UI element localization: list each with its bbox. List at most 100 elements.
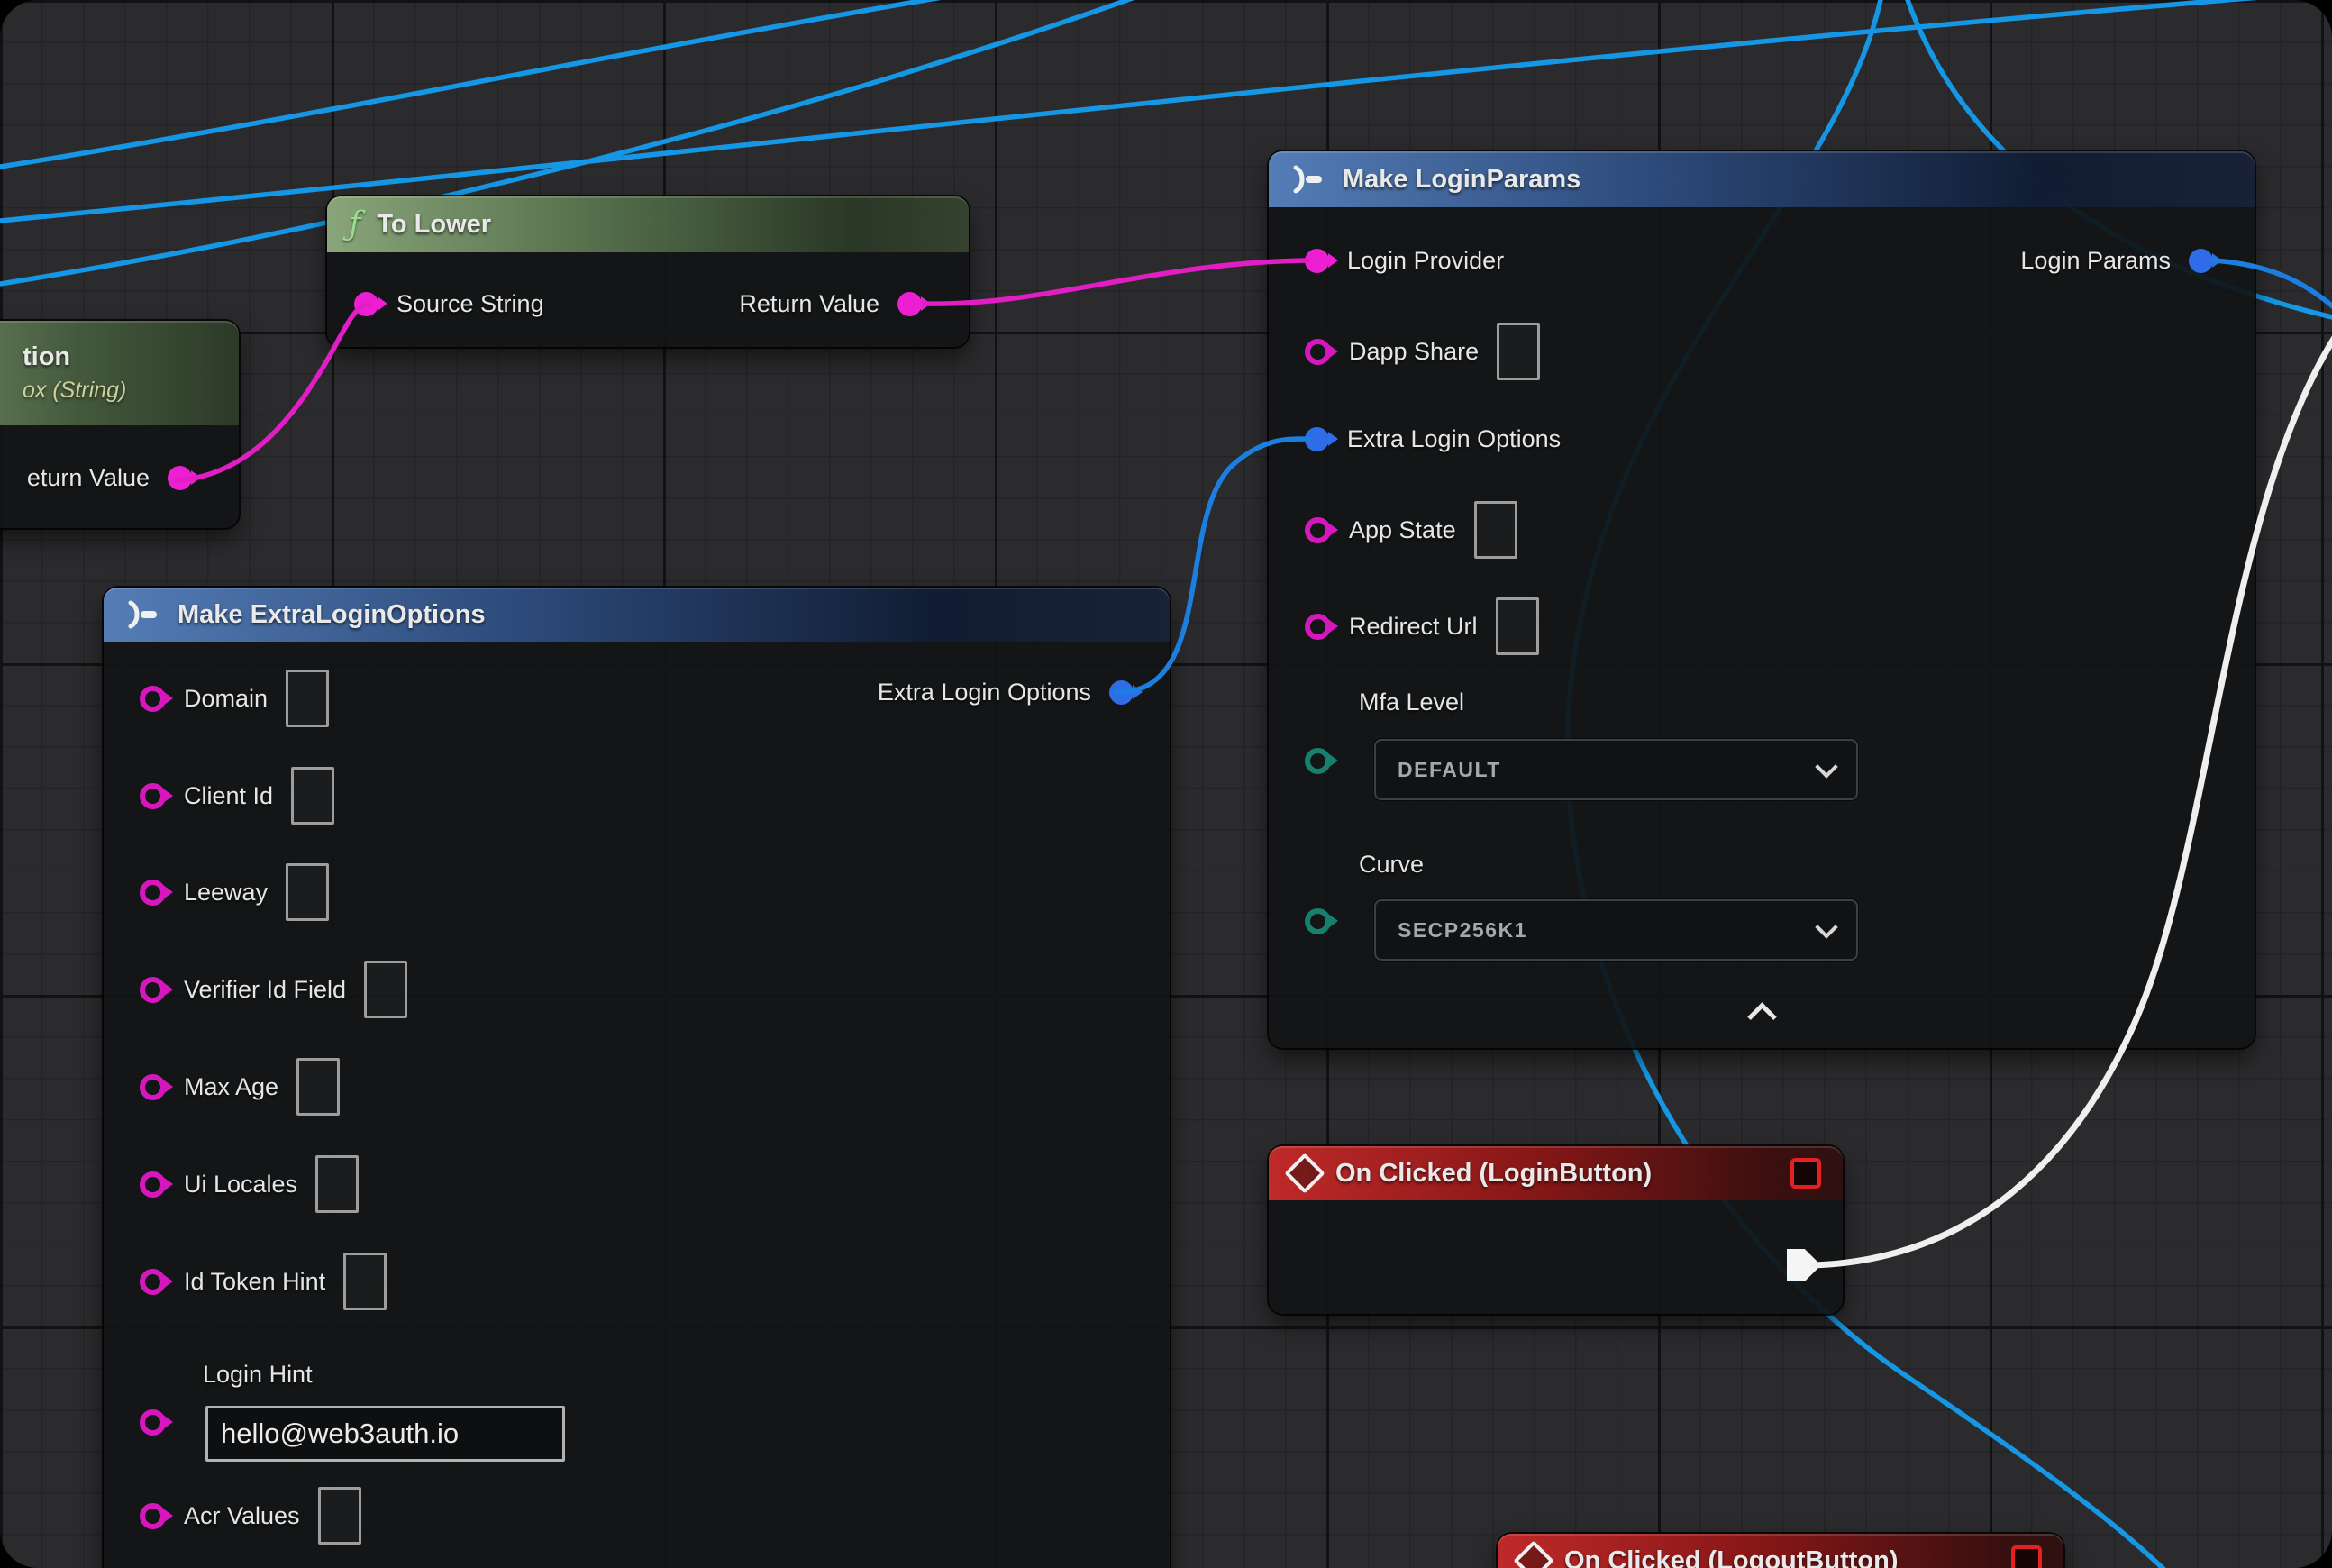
acr-values-pin-row: Acr Values (140, 1491, 361, 1541)
id-token-hint-value-box[interactable] (343, 1253, 387, 1310)
string-input-pin[interactable] (140, 1409, 166, 1436)
string-output-pin[interactable] (168, 466, 192, 490)
node-title: Make ExtraLoginOptions (178, 600, 486, 630)
node-to-lower-header[interactable]: ƒ To Lower (327, 196, 969, 252)
client-id-value-box[interactable] (291, 767, 334, 825)
node-subtitle: ox (String) (23, 378, 126, 404)
extra-login-options-pin-row: Extra Login Options (1305, 414, 1561, 464)
string-input-pin[interactable] (1305, 614, 1331, 640)
pin-label: Id Token Hint (184, 1268, 325, 1296)
app-state-value-box[interactable] (1474, 501, 1517, 559)
chevron-down-icon (1815, 755, 1837, 778)
ui-locales-pin-row: Ui Locales (140, 1159, 359, 1209)
enum-input-pin[interactable] (1305, 908, 1331, 934)
string-input-pin[interactable] (1305, 339, 1331, 365)
pin-label: Verifier Id Field (184, 976, 346, 1004)
mfa-level-dropdown[interactable]: DEFAULT (1374, 739, 1858, 800)
string-input-pin[interactable] (140, 1269, 166, 1295)
domain-pin-row: Domain (140, 673, 329, 724)
pin-label: Login Params (2020, 247, 2171, 275)
collapse-node-button[interactable] (1735, 997, 1789, 1027)
verifier-id-field-value-box[interactable] (364, 961, 407, 1018)
node-to-lower[interactable]: ƒ To Lower Source String Return Value (327, 196, 969, 347)
node-partial-function[interactable]: tion ox (String) eturn Value (0, 321, 239, 528)
dapp-share-value-box[interactable] (1497, 323, 1540, 380)
function-icon: ƒ (349, 208, 360, 241)
curve-dropdown[interactable]: SECP256K1 (1374, 899, 1858, 961)
mfa-level-pin-row (1305, 735, 1331, 786)
pin-label: Extra Login Options (1347, 425, 1561, 453)
node-title: Make LoginParams (1343, 165, 1580, 195)
string-input-pin[interactable] (140, 1074, 166, 1100)
node-title: On Clicked (LogoutButton) (1564, 1546, 1899, 1568)
pin-label: Login Provider (1347, 247, 1504, 275)
acr-values-value-box[interactable] (318, 1487, 361, 1545)
string-input-pin[interactable] (140, 880, 166, 906)
pin-label: eturn Value (27, 464, 150, 492)
struct-output-pin[interactable] (2189, 249, 2213, 273)
dapp-share-pin-row: Dapp Share (1305, 326, 1540, 377)
pin-label: Redirect Url (1349, 613, 1478, 641)
ui-locales-value-box[interactable] (315, 1155, 359, 1213)
login-hint-pin-row (140, 1397, 166, 1447)
blueprint-graph-canvas[interactable]: tion ox (String) eturn Value ƒ To Lower … (0, 0, 2332, 1568)
exec-output-pin[interactable] (1787, 1249, 1821, 1281)
return-value-pin-row: eturn Value (27, 452, 192, 503)
curve-label: Curve (1359, 851, 1424, 879)
pin-label: Client Id (184, 782, 273, 810)
source-string-pin-row: Source String (354, 278, 544, 329)
string-input-pin[interactable] (354, 292, 378, 316)
redirect-url-value-box[interactable] (1496, 597, 1539, 655)
string-input-pin[interactable] (140, 1503, 166, 1529)
string-input-pin[interactable] (1305, 249, 1329, 273)
pin-label: Max Age (184, 1073, 278, 1101)
login-hint-label: Login Hint (203, 1361, 313, 1389)
login-hint-input[interactable] (205, 1406, 565, 1462)
wire-pink-tolower-to-loginprovider[interactable] (925, 260, 1308, 304)
node-on-clicked-logout-button[interactable]: On Clicked (LogoutButton) (1498, 1534, 2063, 1568)
chevron-down-icon (1815, 916, 1837, 938)
node-make-login-params[interactable]: Make LoginParams Login Params Login Prov… (1269, 151, 2255, 1048)
enum-input-pin[interactable] (1305, 748, 1331, 774)
leeway-value-box[interactable] (286, 863, 329, 921)
string-input-pin[interactable] (140, 686, 166, 712)
node-on-clicked-login-button[interactable]: On Clicked (LoginButton) (1269, 1146, 1843, 1314)
pin-label: Source String (396, 290, 544, 318)
node-on-clicked-logout-button-header[interactable]: On Clicked (LogoutButton) (1498, 1534, 2063, 1568)
pin-label: Ui Locales (184, 1171, 297, 1199)
make-struct-icon (125, 600, 161, 629)
struct-output-pin[interactable] (1109, 680, 1134, 705)
node-partial-function-header[interactable]: tion ox (String) (0, 321, 239, 425)
string-input-pin[interactable] (140, 1171, 166, 1198)
client-id-pin-row: Client Id (140, 770, 334, 821)
node-on-clicked-login-button-header[interactable]: On Clicked (LoginButton) (1269, 1146, 1843, 1200)
login-params-output-row: Login Params (2020, 235, 2213, 286)
wire-cyan-topleft-1[interactable] (0, 0, 991, 167)
mfa-level-label: Mfa Level (1359, 688, 1464, 716)
mfa-level-value: DEFAULT (1398, 758, 1501, 782)
node-make-extra-login-options[interactable]: Make ExtraLoginOptions Extra Login Optio… (104, 588, 1170, 1568)
verifier-id-field-pin-row: Verifier Id Field (140, 964, 407, 1015)
delegate-pin[interactable] (1790, 1158, 1821, 1189)
id-token-hint-pin-row: Id Token Hint (140, 1256, 387, 1307)
string-input-pin[interactable] (1305, 517, 1331, 543)
app-state-pin-row: App State (1305, 505, 1517, 555)
pin-label: Acr Values (184, 1502, 300, 1530)
node-make-extra-login-options-header[interactable]: Make ExtraLoginOptions (104, 588, 1170, 642)
pin-label: Extra Login Options (878, 679, 1091, 707)
node-make-login-params-header[interactable]: Make LoginParams (1269, 151, 2255, 207)
pin-label: Return Value (739, 290, 879, 318)
string-input-pin[interactable] (140, 977, 166, 1003)
max-age-value-box[interactable] (296, 1058, 340, 1116)
node-title: tion (23, 342, 70, 372)
delegate-pin[interactable] (2011, 1545, 2042, 1568)
screenshot-frame: tion ox (String) eturn Value ƒ To Lower … (0, 0, 2332, 1568)
string-output-pin[interactable] (897, 292, 922, 316)
domain-value-box[interactable] (286, 670, 329, 727)
leeway-pin-row: Leeway (140, 867, 329, 917)
string-input-pin[interactable] (140, 783, 166, 809)
struct-input-pin[interactable] (1305, 427, 1329, 451)
node-title: To Lower (377, 210, 491, 240)
curve-pin-row (1305, 896, 1331, 946)
pin-label: Leeway (184, 879, 268, 907)
